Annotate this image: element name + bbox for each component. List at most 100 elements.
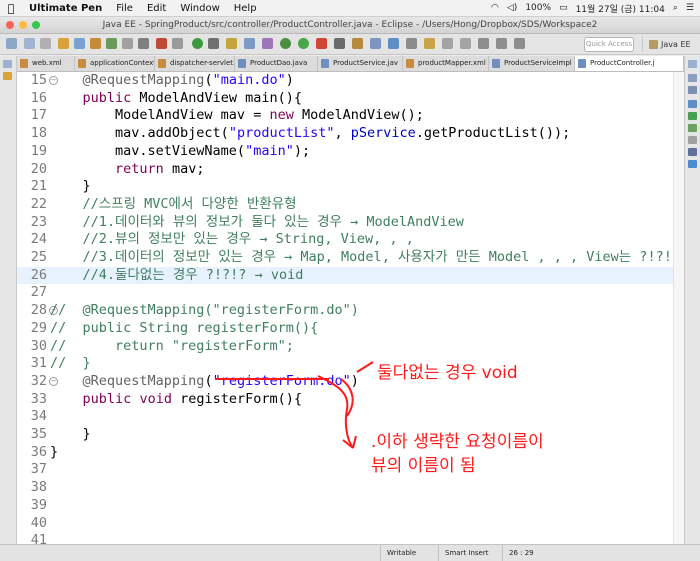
external-tools-icon[interactable] (262, 38, 273, 49)
zoom-window-icon[interactable] (32, 21, 40, 29)
line-number: 28 (30, 302, 47, 319)
code-line[interactable]: 20 return mav; (17, 161, 674, 179)
tab-product-dao[interactable]: ProductDao.java (235, 56, 318, 71)
menu-app-name[interactable]: Ultimate Pen (22, 3, 109, 14)
servers-icon[interactable] (688, 112, 697, 120)
project-explorer-icon[interactable] (3, 72, 12, 80)
perspective-switcher[interactable]: Java EE (642, 36, 691, 52)
code-line[interactable]: 21 } (17, 178, 674, 196)
stop-icon[interactable] (156, 38, 167, 49)
task-icon[interactable] (106, 38, 117, 49)
code-line[interactable]: 33 public void registerForm(){ (17, 391, 674, 409)
code-line[interactable]: 34 (17, 408, 674, 426)
tab-dispatcher-servlet[interactable]: dispatcher-servlet. (155, 56, 235, 71)
menu-help[interactable]: Help (227, 3, 264, 14)
toggle-icon[interactable] (122, 38, 133, 49)
code-line[interactable]: 38 (17, 479, 674, 497)
publish-icon[interactable] (244, 38, 255, 49)
code-line[interactable]: 40 (17, 515, 674, 533)
code-line[interactable]: 39 (17, 497, 674, 515)
new-icon[interactable] (6, 38, 17, 49)
open-task-icon[interactable] (406, 38, 417, 49)
menu-edit[interactable]: Edit (140, 3, 173, 14)
debug-icon[interactable] (280, 38, 291, 49)
console-icon[interactable] (688, 148, 697, 156)
close-window-icon[interactable] (6, 21, 14, 29)
code-line[interactable]: 24 //2.뷰의 정보만 있는 경우 → String, View, , , (17, 231, 674, 249)
notification-center-icon[interactable]: ☰ (686, 3, 694, 13)
new-class-icon[interactable] (388, 38, 399, 49)
tab-product-service[interactable]: ProductService.jav (318, 56, 403, 71)
search-icon[interactable] (424, 38, 435, 49)
code-line[interactable]: 37 (17, 461, 674, 479)
code-line[interactable]: 29// public String registerForm(){ (17, 320, 674, 338)
code-line[interactable]: 15− @RequestMapping("main.do") (17, 72, 674, 90)
print-icon[interactable] (40, 38, 51, 49)
code-line[interactable]: 19 mav.setViewName("main"); (17, 143, 674, 161)
new-java-project-icon[interactable] (352, 38, 363, 49)
build-icon[interactable] (90, 38, 101, 49)
tab-product-service-impl[interactable]: ProductServiceImpl (489, 56, 575, 71)
save-icon[interactable] (24, 38, 35, 49)
debug-server-icon[interactable] (208, 38, 219, 49)
line-number: 34 (30, 408, 47, 425)
minimize-window-icon[interactable] (19, 21, 27, 29)
code-line[interactable]: 26 //4.둘다없는 경우 ?!?!? → void (17, 266, 674, 285)
run-server-icon[interactable] (192, 38, 203, 49)
code-line[interactable]: 16 public ModelAndView main(){ (17, 90, 674, 108)
progress-icon[interactable] (688, 160, 697, 168)
tab-application-context[interactable]: applicationContext. (75, 56, 155, 71)
deploy-icon[interactable] (226, 38, 237, 49)
code-line[interactable]: 28−// @RequestMapping("registerForm.do") (17, 302, 674, 320)
quick-access-input[interactable]: Quick Access (584, 37, 634, 52)
tab-product-mapper[interactable]: productMapper.xml (403, 56, 489, 71)
annotation-prev-icon[interactable] (460, 38, 471, 49)
mark-icon[interactable] (138, 38, 149, 49)
code-line[interactable]: 17 ModelAndView mav = new ModelAndView()… (17, 107, 674, 125)
forward-icon[interactable] (514, 38, 525, 49)
spotlight-icon[interactable]: ⌕ (673, 3, 678, 13)
skip-icon[interactable] (172, 38, 183, 49)
code-line[interactable]: 31// } (17, 355, 674, 373)
code-line[interactable]: 36} (17, 444, 674, 462)
line-number: 15 (30, 72, 47, 88)
volume-icon[interactable]: ◁) (507, 3, 517, 13)
back-icon[interactable] (496, 38, 507, 49)
menu-file[interactable]: File (109, 3, 140, 14)
coverage-icon[interactable] (316, 38, 327, 49)
open-type-icon[interactable] (58, 38, 69, 49)
code-line[interactable]: 23 //1.데이터와 뷰의 정보가 둘다 있는 경우 → ModelAndVi… (17, 214, 674, 232)
code-line[interactable]: 35 } (17, 426, 674, 444)
apple-icon[interactable]:  (0, 2, 22, 15)
markers-icon[interactable] (688, 100, 697, 108)
outline-icon[interactable] (688, 74, 697, 82)
clock[interactable]: 11월 27일 (금) 11:04 (576, 2, 665, 15)
code-line[interactable]: 22 //스프링 MVC에서 다양한 반환유형 (17, 196, 674, 214)
task-list-icon[interactable] (688, 86, 697, 94)
tab-product-controller[interactable]: ProductController.j (575, 56, 684, 71)
status-bar: Writable Smart Insert 26 : 29 (0, 544, 700, 561)
server-icon[interactable] (74, 38, 85, 49)
run-last-icon[interactable] (334, 38, 345, 49)
annotation-next-icon[interactable] (442, 38, 453, 49)
code-line[interactable]: 32− @RequestMapping("registerForm.do") (17, 373, 674, 391)
run-icon[interactable] (298, 38, 309, 49)
code-editor[interactable]: 15− @RequestMapping("main.do") 16 public … (17, 72, 684, 544)
code-line[interactable]: 25 //3.데이터의 정보만 있는 경우 → Map, Model, 사용자가… (17, 249, 684, 267)
menu-window[interactable]: Window (173, 3, 226, 14)
wifi-icon[interactable]: ◠ (491, 3, 499, 13)
code-line[interactable]: 18 mav.addObject("productList", pService… (17, 125, 674, 143)
tab-label: ProductController.j (590, 59, 655, 67)
last-edit-icon[interactable] (478, 38, 489, 49)
data-source-icon[interactable] (688, 124, 697, 132)
code-line[interactable]: 27 (17, 284, 674, 302)
snippets-icon[interactable] (688, 136, 697, 144)
code-line[interactable]: 41 (17, 532, 674, 544)
restore-right-icon[interactable] (688, 60, 697, 68)
overview-ruler[interactable] (673, 72, 684, 544)
code-line[interactable]: 30// return "registerForm"; (17, 338, 674, 356)
tab-web-xml[interactable]: web.xml (17, 56, 75, 71)
restore-view-icon[interactable] (3, 60, 12, 68)
new-package-icon[interactable] (370, 38, 381, 49)
battery-percent[interactable]: 100% (525, 3, 551, 13)
